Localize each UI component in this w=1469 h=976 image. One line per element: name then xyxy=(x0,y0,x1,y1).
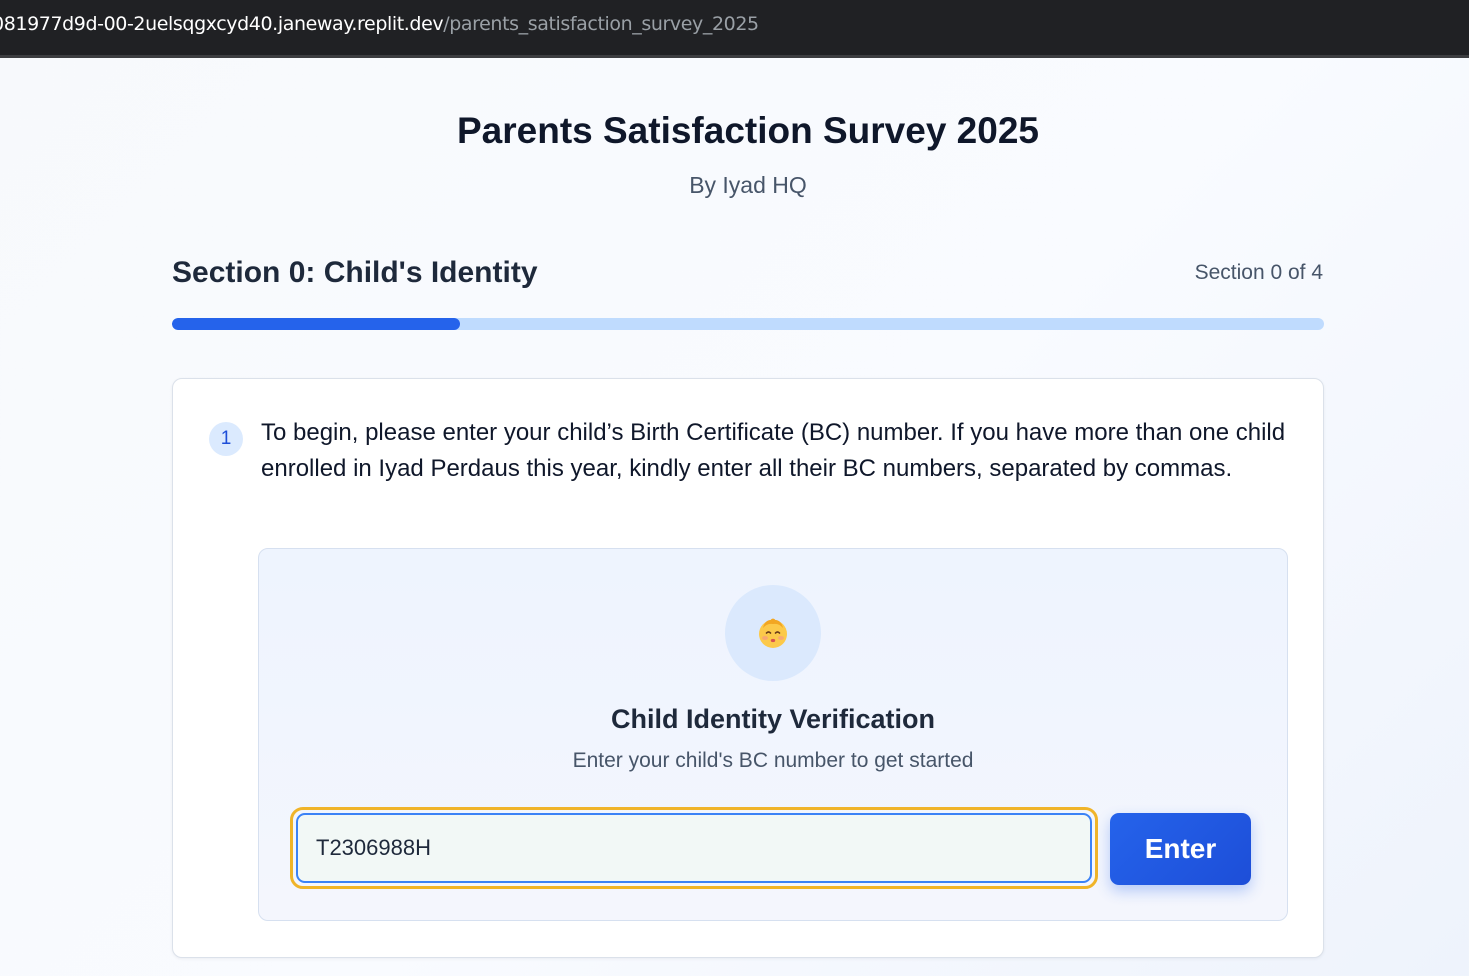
url-text[interactable]: 081977d9d-00-2uelsqgxcyd40.janeway.repli… xyxy=(0,13,759,35)
page-title: Parents Satisfaction Survey 2025 xyxy=(456,110,1039,151)
bc-input-focus-ring xyxy=(290,807,1098,889)
verification-subtitle: Enter your child's BC number to get star… xyxy=(572,749,974,772)
browser-url-bar[interactable]: 081977d9d-00-2uelsqgxcyd40.janeway.repli… xyxy=(0,0,1469,58)
child-avatar xyxy=(725,585,821,681)
question-card: 1 To begin, please enter your child’s Bi… xyxy=(172,378,1324,958)
baby-face-icon xyxy=(759,618,787,648)
progress-bar-fill xyxy=(172,318,460,330)
enter-button[interactable]: Enter xyxy=(1110,813,1251,885)
question-number-badge: 1 xyxy=(209,422,243,456)
verification-title: Child Identity Verification xyxy=(610,704,936,734)
url-host: 081977d9d-00-2uelsqgxcyd40.janeway.repli… xyxy=(0,13,444,35)
question-text: To begin, please enter your child’s Birt… xyxy=(261,419,1286,482)
progress-bar xyxy=(172,318,1324,330)
url-path: /parents_satisfaction_survey_2025 xyxy=(443,13,759,35)
verification-panel: Child Identity Verification Enter your c… xyxy=(258,548,1288,921)
page-subtitle: By Iyad HQ xyxy=(689,172,807,198)
section-counter: Section 0 of 4 xyxy=(1194,261,1323,284)
bc-number-input[interactable] xyxy=(296,813,1092,883)
section-title: Section 0: Child's Identity xyxy=(172,256,538,289)
